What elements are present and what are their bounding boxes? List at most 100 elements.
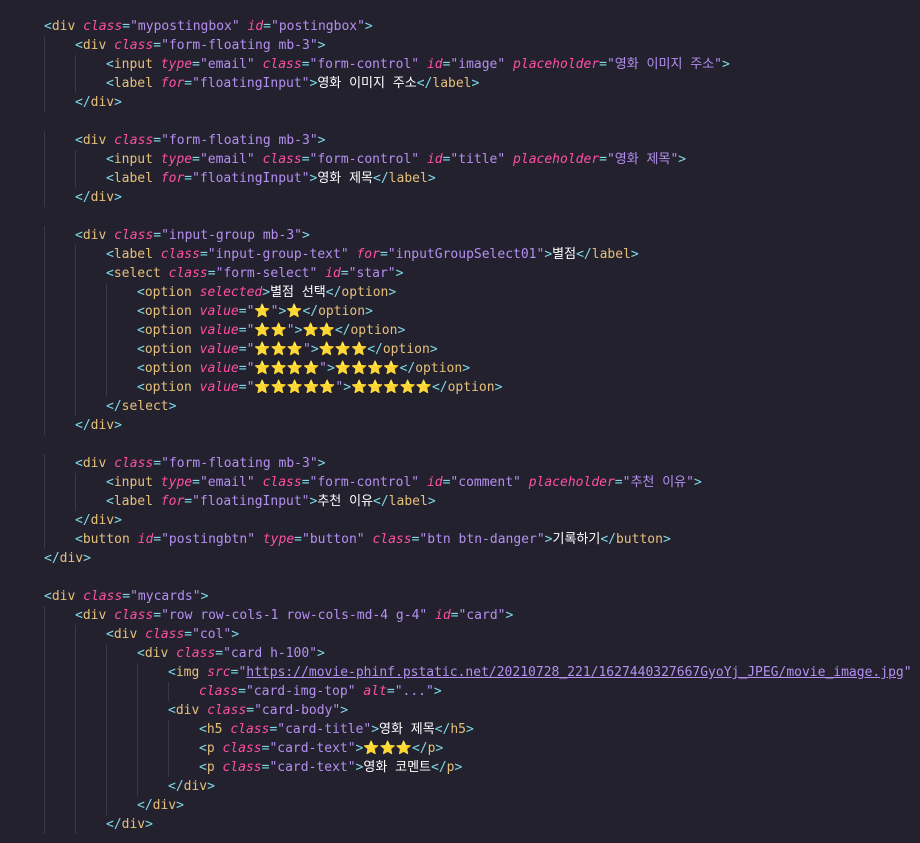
- code-line[interactable]: [0, 207, 920, 226]
- code-line[interactable]: <h5 class="card-title">영화 제목</h5>: [0, 720, 920, 739]
- code-token: >: [365, 304, 373, 319]
- code-line[interactable]: <div class="form-floating mb-3">: [0, 36, 920, 55]
- code-token: class: [262, 152, 302, 167]
- code-editor[interactable]: <div class="mypostingbox" id="postingbox…: [0, 0, 920, 843]
- code-token: =: [153, 608, 162, 623]
- code-token: class: [114, 228, 154, 243]
- code-line[interactable]: <div class="form-floating mb-3">: [0, 454, 920, 473]
- code-token: option: [318, 304, 366, 319]
- code-line[interactable]: <p class="card-text">영화 코멘트</p>: [0, 758, 920, 777]
- code-line[interactable]: </div>: [0, 549, 920, 568]
- code-token: "⭐⭐⭐⭐⭐": [246, 380, 344, 395]
- code-line[interactable]: <label for="floatingInput">영화 이미지 주소</la…: [0, 74, 920, 93]
- code-line[interactable]: </select>: [0, 397, 920, 416]
- indent-guide: [106, 758, 107, 777]
- code-token: option: [341, 285, 389, 300]
- code-line[interactable]: </div>: [0, 93, 920, 112]
- code-token: </: [325, 285, 342, 300]
- code-line[interactable]: <p class="card-text">⭐⭐⭐</p>: [0, 739, 920, 758]
- code-line[interactable]: </div>: [0, 796, 920, 815]
- code-token: >: [317, 646, 325, 661]
- code-token: =: [386, 684, 395, 699]
- code-line[interactable]: <div class="col">: [0, 625, 920, 644]
- code-line[interactable]: </div>: [0, 188, 920, 207]
- code-line[interactable]: <div class="card-body">: [0, 701, 920, 720]
- code-line[interactable]: <label class="input-group-text" for="inp…: [0, 245, 920, 264]
- code-token: class: [199, 684, 239, 699]
- code-line[interactable]: <div class="input-group mb-3">: [0, 226, 920, 245]
- code-token: div: [113, 627, 138, 642]
- code-token: =: [184, 494, 193, 509]
- code-line[interactable]: </div>: [0, 416, 920, 435]
- code-token: =: [238, 684, 246, 699]
- code-token: value: [199, 323, 239, 338]
- code-line[interactable]: </div>: [0, 777, 920, 796]
- code-token: class: [222, 760, 262, 775]
- code-token: class: [262, 57, 302, 72]
- code-token: <: [199, 741, 207, 756]
- code-line[interactable]: <label for="floatingInput">추천 이유</label>: [0, 492, 920, 511]
- code-line[interactable]: <label for="floatingInput">영화 제목</label>: [0, 169, 920, 188]
- code-line[interactable]: </div>: [0, 815, 920, 834]
- code-token: label: [591, 247, 631, 262]
- code-token: =: [238, 342, 247, 357]
- code-line[interactable]: <option selected>별점 선택</option>: [0, 283, 920, 302]
- code-line[interactable]: <option value="⭐⭐">⭐⭐</option>: [0, 321, 920, 340]
- code-line[interactable]: </div>: [0, 511, 920, 530]
- code-token: "mycards": [130, 589, 201, 604]
- code-token: =: [238, 361, 247, 376]
- code-token: h5: [206, 722, 223, 737]
- code-line[interactable]: <input type="email" class="form-control"…: [0, 55, 920, 74]
- code-line[interactable]: [0, 112, 920, 131]
- code-line[interactable]: <div class="card h-100">: [0, 644, 920, 663]
- code-line[interactable]: class="card-img-top" alt="...">: [0, 682, 920, 701]
- code-token: div: [82, 456, 107, 471]
- indent-guide: [44, 701, 45, 720]
- code-line[interactable]: <button id="postingbtn" type="button" cl…: [0, 530, 920, 549]
- code-token: img: [175, 665, 200, 680]
- code-line[interactable]: <option value="⭐⭐⭐⭐">⭐⭐⭐⭐</option>: [0, 359, 920, 378]
- indent-guide: [137, 739, 138, 758]
- code-token: </: [399, 361, 416, 376]
- code-line[interactable]: <div class="row row-cols-1 row-cols-md-4…: [0, 606, 920, 625]
- code-token: </: [168, 779, 184, 794]
- code-token: =: [184, 76, 193, 91]
- code-token: class: [207, 703, 247, 718]
- code-line[interactable]: <div class="mycards">: [0, 587, 920, 606]
- indent-guide: [44, 663, 45, 682]
- code-line[interactable]: <option value="⭐⭐⭐⭐⭐">⭐⭐⭐⭐⭐</option>: [0, 378, 920, 397]
- code-token: >: [471, 76, 480, 91]
- code-line[interactable]: [0, 568, 920, 587]
- code-token: placeholder: [513, 152, 600, 167]
- indent-guide: [44, 530, 45, 549]
- code-line[interactable]: <img src="https://movie-phinf.pstatic.ne…: [0, 663, 920, 682]
- code-line[interactable]: <option value="⭐⭐⭐">⭐⭐⭐</option>: [0, 340, 920, 359]
- code-line[interactable]: <select class="form-select" id="star">: [0, 264, 920, 283]
- code-token: label: [388, 171, 428, 186]
- indent-guide: [75, 682, 76, 701]
- code-token: h5: [450, 722, 467, 737]
- code-line[interactable]: <option value="⭐">⭐</option>: [0, 302, 920, 321]
- code-line[interactable]: [0, 435, 920, 454]
- code-token: >: [662, 532, 671, 547]
- indent-guide: [75, 378, 76, 397]
- code-token: option: [144, 285, 192, 300]
- code-token: input: [113, 57, 153, 72]
- indent-guide: [44, 283, 45, 302]
- code-line[interactable]: <div class="form-floating mb-3">: [0, 131, 920, 150]
- code-line[interactable]: <input type="email" class="form-control"…: [0, 473, 920, 492]
- indent-guide: [75, 815, 76, 834]
- code-token: "btn btn-danger": [419, 532, 545, 547]
- indent-guide: [44, 606, 45, 625]
- code-area[interactable]: <div class="mypostingbox" id="postingbox…: [0, 17, 920, 834]
- code-token: >: [678, 152, 687, 167]
- code-line[interactable]: <div class="mypostingbox" id="postingbox…: [0, 17, 920, 36]
- indent-guide: [106, 283, 107, 302]
- code-token: class: [222, 741, 262, 756]
- indent-guide: [106, 682, 107, 701]
- code-token: </: [373, 171, 389, 186]
- code-line[interactable]: <input type="email" class="form-control"…: [0, 150, 920, 169]
